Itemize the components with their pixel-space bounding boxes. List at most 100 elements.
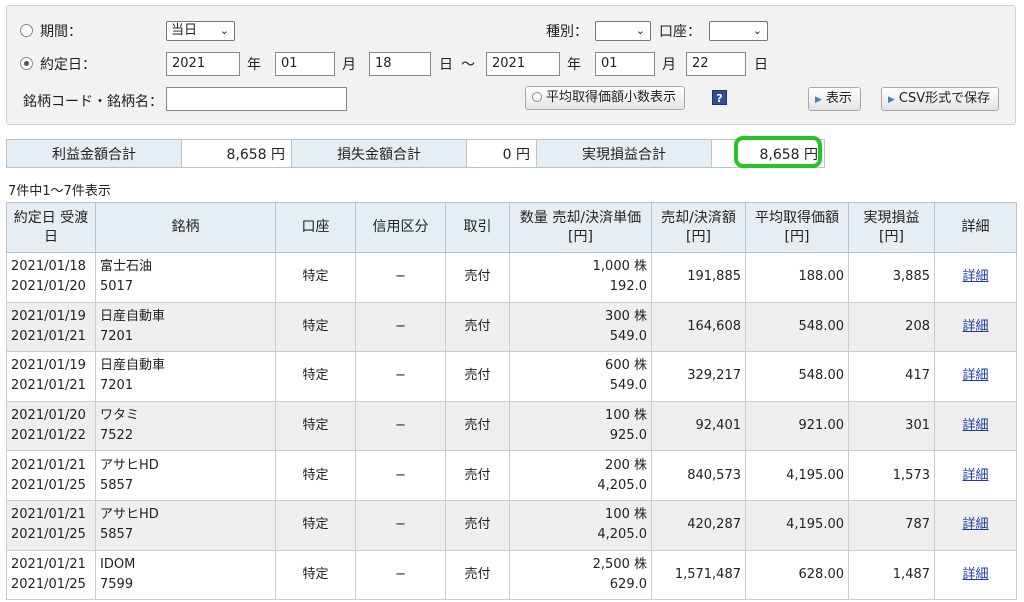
account-cell: 特定 bbox=[275, 450, 356, 501]
credit-cell: − bbox=[355, 351, 446, 402]
settle-date: 2021/01/21 bbox=[11, 378, 86, 394]
trade-cell: 売付 bbox=[445, 301, 510, 353]
help-icon[interactable]: ? bbox=[712, 90, 727, 105]
trade-date: 2021/01/21 bbox=[11, 507, 86, 523]
account-cell: 特定 bbox=[275, 351, 356, 402]
table-row: 2021/01/19 2021/01/21 日産自動車 7201 特定 − 売付 300 株 5… bbox=[6, 301, 1017, 353]
radio-icon bbox=[532, 92, 542, 102]
detail-link[interactable]: 詳細 bbox=[962, 319, 988, 334]
unit-price: 4,205.0 bbox=[597, 477, 647, 493]
quantity-cell: 1,000 株 192.0 bbox=[509, 252, 652, 303]
date-cell: 2021/01/21 2021/01/25 bbox=[6, 450, 96, 501]
avg-cost-cell: 548.00 bbox=[745, 351, 849, 402]
realized-pl-cell: 787 bbox=[848, 499, 935, 551]
quantity: 100 株 bbox=[605, 408, 647, 424]
realized-pl-cell: 301 bbox=[848, 400, 935, 452]
credit-cell: − bbox=[355, 301, 446, 353]
trade-date: 2021/01/18 bbox=[11, 259, 86, 275]
quantity: 600 株 bbox=[605, 358, 647, 374]
account-select[interactable]: ⌄ bbox=[709, 21, 768, 41]
csv-save-button[interactable]: ▶ CSV形式で保存 bbox=[881, 87, 1000, 111]
unit-price: 4,205.0 bbox=[597, 527, 647, 543]
detail-link[interactable]: 詳細 bbox=[962, 567, 988, 582]
profit-total-label: 利益金額合計 bbox=[6, 139, 182, 168]
sale-amount-cell: 92,401 bbox=[651, 400, 746, 452]
table-header-row: 約定日 受渡日 銘柄 口座 信用区分 取引 数量 売却/決済単価[円] 売却/決… bbox=[6, 202, 1017, 253]
header-avg-cost: 平均取得価額 [円] bbox=[745, 202, 849, 253]
sale-amount-cell: 164,608 bbox=[651, 301, 746, 353]
sale-amount-cell: 1,571,487 bbox=[651, 549, 746, 601]
to-month-input[interactable]: 01 bbox=[595, 52, 655, 76]
detail-link[interactable]: 詳細 bbox=[962, 269, 988, 284]
detail-cell: 詳細 bbox=[934, 400, 1017, 452]
quantity-cell: 200 株 4,205.0 bbox=[509, 450, 652, 501]
stock-code: 5857 bbox=[100, 527, 134, 543]
header-account: 口座 bbox=[275, 202, 356, 253]
header-stock: 銘柄 bbox=[95, 202, 276, 253]
header-trade: 取引 bbox=[445, 202, 510, 253]
loss-total-label: 損失金額合計 bbox=[291, 139, 467, 168]
to-year-input[interactable]: 2021 bbox=[486, 52, 560, 76]
chevron-down-icon: ⌄ bbox=[752, 24, 762, 37]
header-pl-label: 実現損益 bbox=[863, 209, 920, 226]
account-label: 口座： bbox=[659, 24, 701, 40]
header-unit-price: 売却/決済単価[円] bbox=[552, 209, 642, 245]
month-unit: 月 bbox=[342, 57, 356, 73]
sale-amount-cell: 191,885 bbox=[651, 252, 746, 303]
unit-price: 549.0 bbox=[609, 328, 647, 344]
profit-total-value: 8,658 円 bbox=[181, 139, 292, 168]
trade-date: 2021/01/21 bbox=[11, 556, 86, 572]
avg-cost-cell: 628.00 bbox=[745, 549, 849, 601]
stock-cell: 日産自動車 7201 bbox=[95, 351, 276, 402]
avg-decimal-button[interactable]: 平均取得価額小数表示 bbox=[525, 86, 686, 110]
account-cell: 特定 bbox=[275, 549, 356, 601]
credit-cell: − bbox=[355, 549, 446, 601]
stock-code: 7201 bbox=[100, 378, 134, 394]
from-day-input[interactable]: 18 bbox=[369, 52, 431, 76]
stock-name: IDOM bbox=[100, 556, 136, 572]
year-unit: 年 bbox=[247, 57, 261, 73]
show-button[interactable]: ▶ 表示 bbox=[808, 87, 861, 111]
code-input[interactable] bbox=[166, 87, 347, 111]
quantity-cell: 600 株 549.0 bbox=[509, 351, 652, 402]
detail-link[interactable]: 詳細 bbox=[962, 517, 988, 532]
detail-cell: 詳細 bbox=[934, 351, 1017, 402]
stock-name: 日産自動車 bbox=[100, 358, 166, 374]
header-realized-pl: 実現損益 [円] bbox=[848, 202, 935, 253]
header-trade-date: 約定日 bbox=[13, 209, 56, 226]
account-cell: 特定 bbox=[275, 400, 356, 452]
from-year-input[interactable]: 2021 bbox=[166, 52, 240, 76]
trade-date: 2021/01/20 bbox=[11, 408, 86, 424]
trade-date-radio[interactable] bbox=[20, 57, 33, 70]
day-unit: 日 bbox=[754, 57, 768, 73]
avg-cost-cell: 4,195.00 bbox=[745, 499, 849, 551]
detail-link[interactable]: 詳細 bbox=[962, 468, 988, 483]
period-select-value: 当日 bbox=[171, 23, 198, 38]
table-row: 2021/01/18 2021/01/20 富士石油 5017 特定 − 売付 1,000 株… bbox=[6, 252, 1017, 303]
date-cell: 2021/01/21 2021/01/25 bbox=[6, 499, 96, 551]
avg-cost-cell: 188.00 bbox=[745, 252, 849, 303]
period-radio[interactable] bbox=[20, 24, 33, 37]
stock-cell: 富士石油 5017 bbox=[95, 252, 276, 303]
range-separator: 〜 bbox=[461, 57, 475, 73]
date-cell: 2021/01/19 2021/01/21 bbox=[6, 351, 96, 402]
to-day-input[interactable]: 22 bbox=[686, 52, 746, 76]
stock-code: 7522 bbox=[100, 428, 134, 444]
from-month-input[interactable]: 01 bbox=[275, 52, 335, 76]
stock-cell: アサヒHD 5857 bbox=[95, 499, 276, 551]
period-select[interactable]: 当日 ⌄ bbox=[166, 21, 235, 41]
table-row: 2021/01/20 2021/01/22 ワタミ 7522 特定 − 売付 100 株 925… bbox=[6, 400, 1017, 452]
type-select[interactable]: ⌄ bbox=[595, 21, 651, 41]
quantity: 300 株 bbox=[605, 308, 647, 324]
avg-cost-cell: 921.00 bbox=[745, 400, 849, 452]
highlight-ring bbox=[734, 136, 822, 168]
quantity-cell: 2,500 株 629.0 bbox=[509, 549, 652, 601]
detail-link[interactable]: 詳細 bbox=[962, 368, 988, 383]
unit-price: 925.0 bbox=[609, 428, 647, 444]
quantity: 200 株 bbox=[605, 457, 647, 473]
period-label: 期間： bbox=[40, 24, 82, 40]
header-sale-label: 売却/決済額 bbox=[661, 209, 736, 226]
header-detail: 詳細 bbox=[934, 202, 1017, 253]
header-avg-label: 平均取得価額 bbox=[755, 209, 839, 226]
detail-link[interactable]: 詳細 bbox=[962, 418, 988, 433]
